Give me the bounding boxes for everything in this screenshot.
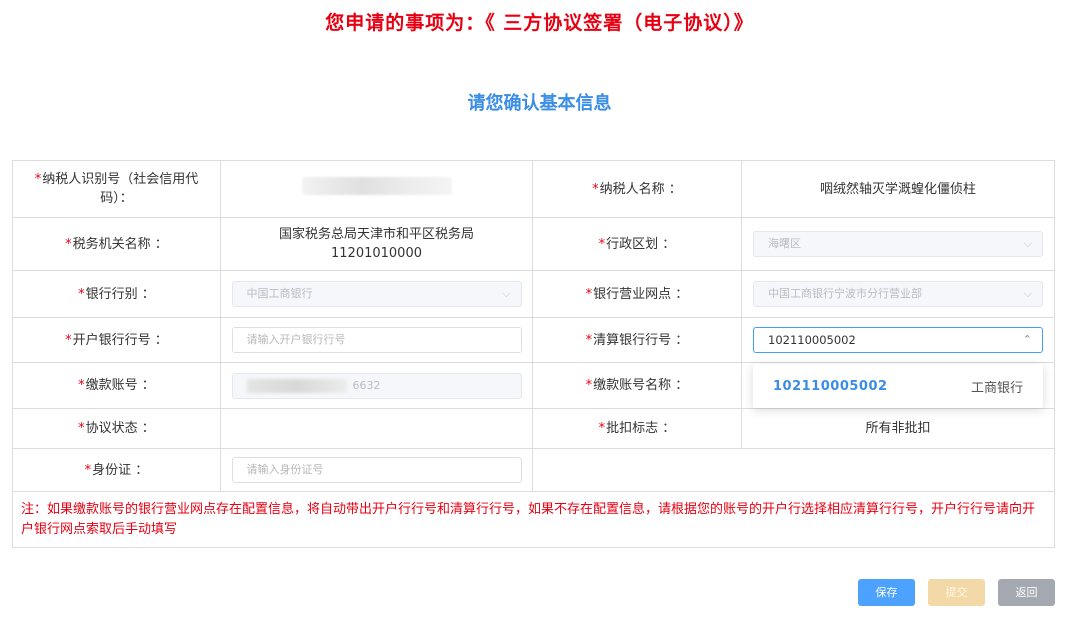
open-bank-no-label: *开户银行行号 ： — [12, 317, 221, 363]
tax-office-label: *税务机关名称 ： — [12, 217, 221, 271]
form-row-taxpayer: *纳税人识别号（社会信用代码）： *纳税人名称 ： 咽绒然轴灭学溉蝗化僵侦柱 — [12, 160, 1055, 218]
batch-flag-value: 所有非批扣 — [741, 408, 1055, 449]
back-button[interactable]: 返回 — [998, 579, 1055, 606]
id-card-input[interactable]: 请输入身份证号 — [231, 457, 522, 483]
submit-button[interactable]: 提交 — [928, 579, 985, 606]
district-label: *行政区划 ： — [532, 217, 742, 271]
page-title: 您申请的事项为：《 三方协议签署（电子协议）》 — [325, 12, 754, 34]
basic-info-form: *纳税人识别号（社会信用代码）： *纳税人名称 ： 咽绒然轴灭学溉蝗化僵侦柱 *… — [12, 160, 1055, 548]
district-select[interactable]: 海曙区 ⌵ — [753, 231, 1043, 257]
agreement-status-value — [220, 408, 533, 449]
section-title: 请您确认基本信息 — [467, 93, 612, 114]
option-code: 102110005002 — [773, 378, 888, 394]
clearing-bank-no-label: *清算银行行号 ： — [532, 317, 742, 363]
form-row-bank-number: *开户银行行号 ： 请输入开户银行行号 *清算银行行号 ： 1021100050… — [12, 317, 1055, 363]
option-bank: 工商银行 — [970, 380, 1023, 396]
note-text: 注：如果缴款账号的银行营业网点存在配置信息，将自动带出开户行行号和清算行行号，如… — [12, 491, 1055, 548]
account-name-label: *缴款账号名称 ： — [532, 362, 742, 409]
form-row-bank: *银行行别 ： 中国工商银行 ⌵ *银行营业网点 ： 中国工商银行宁波市分行营业部… — [12, 270, 1055, 318]
chevron-down-icon: ⌵ — [502, 287, 511, 300]
agreement-status-label: *协议状态 ： — [12, 408, 221, 449]
taxpayer-name-value: 咽绒然轴灭学溉蝗化僵侦柱 — [741, 160, 1055, 218]
bank-type-label: *银行行别 ： — [12, 270, 221, 318]
chevron-down-icon: ⌵ — [1023, 237, 1032, 250]
form-row-status: *协议状态 ： *批扣标志 ： 所有非批扣 — [12, 408, 1055, 449]
taxpayer-id-label: *纳税人识别号（社会信用代码）： — [12, 160, 221, 218]
account-input[interactable]: 6632 — [231, 372, 522, 399]
form-row-note: 注：如果缴款账号的银行营业网点存在配置信息，将自动带出开户行行号和清算行行号，如… — [12, 491, 1055, 548]
save-button[interactable]: 保存 — [858, 579, 915, 606]
redacted-account — [246, 378, 347, 393]
required-mark: * — [34, 172, 42, 187]
id-card-label: *身份证 ： — [12, 448, 221, 492]
bank-branch-label: *银行营业网点 ： — [532, 270, 742, 318]
bank-branch-select[interactable]: 中国工商银行宁波市分行营业部 ⌵ — [753, 281, 1043, 307]
empty-cell — [532, 448, 1055, 492]
form-row-id-card: *身份证 ： 请输入身份证号 — [12, 448, 1055, 492]
open-bank-no-input[interactable]: 请输入开户银行行号 — [231, 327, 522, 353]
taxpayer-id-value — [220, 160, 533, 218]
chevron-down-icon: ⌵ — [1023, 287, 1032, 300]
clearing-bank-no-select[interactable]: 102110005002 ⌃ — [753, 327, 1043, 353]
chevron-up-icon: ⌃ — [1022, 333, 1032, 346]
batch-flag-label: *批扣标志 ： — [532, 408, 742, 449]
clearing-bank-dropdown-option[interactable]: 102110005002 工商银行 — [753, 364, 1043, 408]
redacted-taxpayer-id — [301, 177, 452, 195]
tax-office-value: 国家税务总局天津市和平区税务局 11201010000 — [220, 217, 533, 271]
account-label: *缴款账号 ： — [12, 362, 221, 409]
bank-type-select[interactable]: 中国工商银行 ⌵ — [231, 281, 522, 307]
form-row-tax-office: *税务机关名称 ： 国家税务总局天津市和平区税务局 11201010000 *行政… — [12, 217, 1055, 271]
taxpayer-name-label: *纳税人名称 ： — [532, 160, 742, 218]
